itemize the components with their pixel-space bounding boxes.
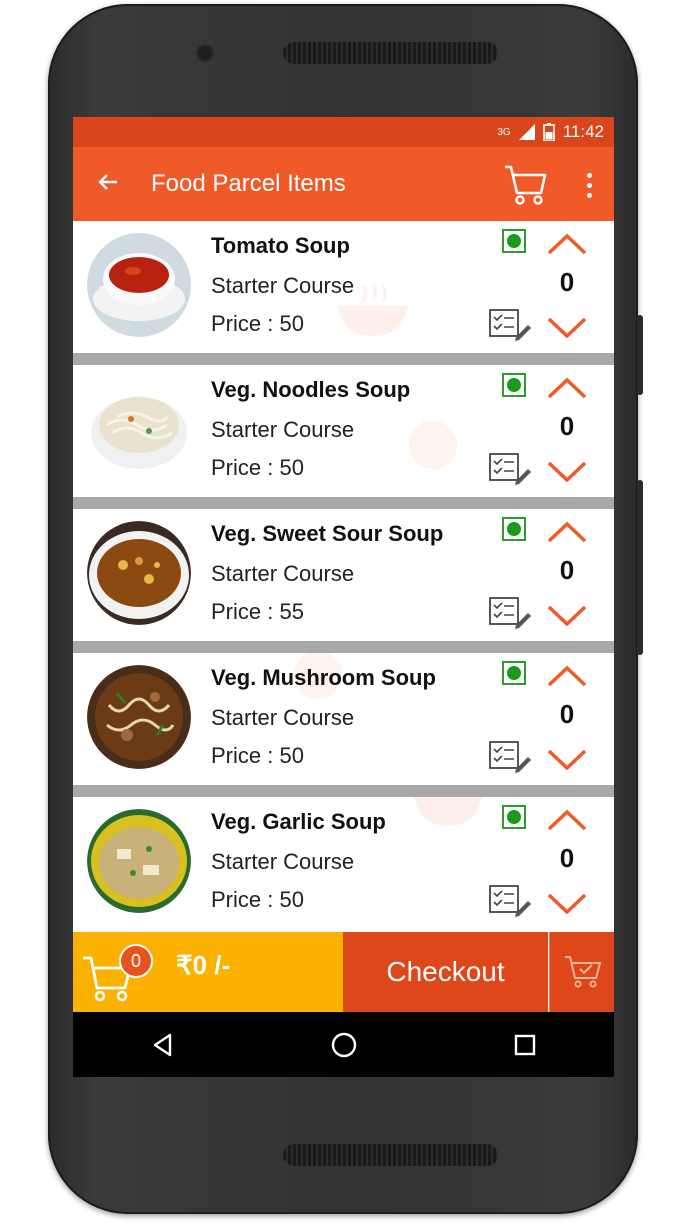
item-name: Tomato Soup xyxy=(211,233,350,258)
garlic-soup-image xyxy=(87,809,191,913)
add-note-icon[interactable] xyxy=(488,307,532,341)
front-camera xyxy=(198,46,212,60)
veg-indicator-icon xyxy=(502,805,526,829)
veg-indicator-icon xyxy=(502,229,526,253)
nav-back-icon[interactable] xyxy=(150,1032,176,1058)
tomato-soup-image xyxy=(87,233,191,337)
list-item[interactable]: Veg. Mushroom Soup Starter Course Price … xyxy=(73,653,614,785)
decrease-chevron-down-icon[interactable] xyxy=(545,457,589,487)
app-screen: 3G 11:42 Food Parcel Items Tomato Soup S… xyxy=(73,117,614,1077)
increase-chevron-up-icon[interactable] xyxy=(545,517,589,547)
item-divider xyxy=(73,641,614,653)
item-divider xyxy=(73,785,614,797)
clock: 11:42 xyxy=(562,122,604,141)
cart-total: ₹0 /- xyxy=(176,950,231,980)
cart-check-icon xyxy=(564,956,601,988)
network-type: 3G xyxy=(497,126,511,138)
volume-buttons xyxy=(637,480,643,655)
item-name: Veg. Garlic Soup xyxy=(211,809,386,834)
veg-indicator-icon xyxy=(502,373,526,397)
nav-home-icon[interactable] xyxy=(330,1031,358,1059)
back-arrow-icon[interactable] xyxy=(97,171,117,197)
bottom-cart-bar: 0 ₹0 /- Checkout xyxy=(73,932,614,1012)
page-title: Food Parcel Items xyxy=(151,170,346,197)
cart-summary[interactable]: 0 ₹0 /- xyxy=(73,932,343,1012)
item-price: Price : 50 xyxy=(211,455,304,480)
item-course: Starter Course xyxy=(211,561,355,586)
top-speaker xyxy=(283,42,498,64)
item-course: Starter Course xyxy=(211,849,355,874)
increase-chevron-up-icon[interactable] xyxy=(545,229,589,259)
checkout-button[interactable]: Checkout xyxy=(343,932,548,1012)
item-divider xyxy=(73,353,614,365)
item-price: Price : 50 xyxy=(211,311,304,336)
item-course: Starter Course xyxy=(211,417,355,442)
food-item-list[interactable]: Tomato Soup Starter Course Price : 50 0 … xyxy=(73,221,614,932)
decrease-chevron-down-icon[interactable] xyxy=(545,601,589,631)
power-button xyxy=(637,315,643,395)
item-name: Veg. Mushroom Soup xyxy=(211,665,436,690)
increase-chevron-up-icon[interactable] xyxy=(545,805,589,835)
decrease-chevron-down-icon[interactable] xyxy=(545,889,589,919)
noodles-soup-image xyxy=(87,377,191,481)
checkout-cart-button[interactable] xyxy=(549,932,614,1012)
cart-icon[interactable] xyxy=(503,163,547,212)
list-item[interactable]: Veg. Garlic Soup Starter Course Price : … xyxy=(73,797,614,929)
app-bar: Food Parcel Items xyxy=(73,147,614,221)
add-note-icon[interactable] xyxy=(488,883,532,917)
item-course: Starter Course xyxy=(211,273,355,298)
status-bar: 3G 11:42 xyxy=(73,117,614,147)
decrease-chevron-down-icon[interactable] xyxy=(545,313,589,343)
add-note-icon[interactable] xyxy=(488,595,532,629)
increase-chevron-up-icon[interactable] xyxy=(545,661,589,691)
system-nav-bar xyxy=(73,1012,614,1077)
nav-recents-icon[interactable] xyxy=(513,1033,537,1057)
item-quantity: 0 xyxy=(559,411,575,441)
item-quantity: 0 xyxy=(559,555,575,585)
signal-icon xyxy=(518,124,535,140)
overflow-menu-icon[interactable] xyxy=(587,173,592,198)
item-divider xyxy=(73,497,614,509)
item-quantity: 0 xyxy=(559,843,575,873)
increase-chevron-up-icon[interactable] xyxy=(545,373,589,403)
mushroom-soup-image xyxy=(87,665,191,769)
veg-indicator-icon xyxy=(502,517,526,541)
veg-indicator-icon xyxy=(502,661,526,685)
item-price: Price : 55 xyxy=(211,599,304,624)
item-price: Price : 50 xyxy=(211,743,304,768)
item-quantity: 0 xyxy=(559,699,575,729)
list-item[interactable]: Veg. Sweet Sour Soup Starter Course Pric… xyxy=(73,509,614,641)
add-note-icon[interactable] xyxy=(488,739,532,773)
item-name: Veg. Noodles Soup xyxy=(211,377,411,402)
list-item[interactable]: Veg. Noodles Soup Starter Course Price :… xyxy=(73,365,614,497)
battery-icon xyxy=(542,123,555,141)
list-item[interactable]: Tomato Soup Starter Course Price : 50 0 xyxy=(73,221,614,353)
bottom-speaker xyxy=(283,1144,498,1166)
decrease-chevron-down-icon[interactable] xyxy=(545,745,589,775)
item-price: Price : 50 xyxy=(211,887,304,912)
item-quantity: 0 xyxy=(559,267,575,297)
add-note-icon[interactable] xyxy=(488,451,532,485)
item-course: Starter Course xyxy=(211,705,355,730)
sweet-sour-soup-image xyxy=(87,521,191,625)
cart-count-badge: 0 xyxy=(119,944,153,978)
item-name: Veg. Sweet Sour Soup xyxy=(211,521,444,546)
